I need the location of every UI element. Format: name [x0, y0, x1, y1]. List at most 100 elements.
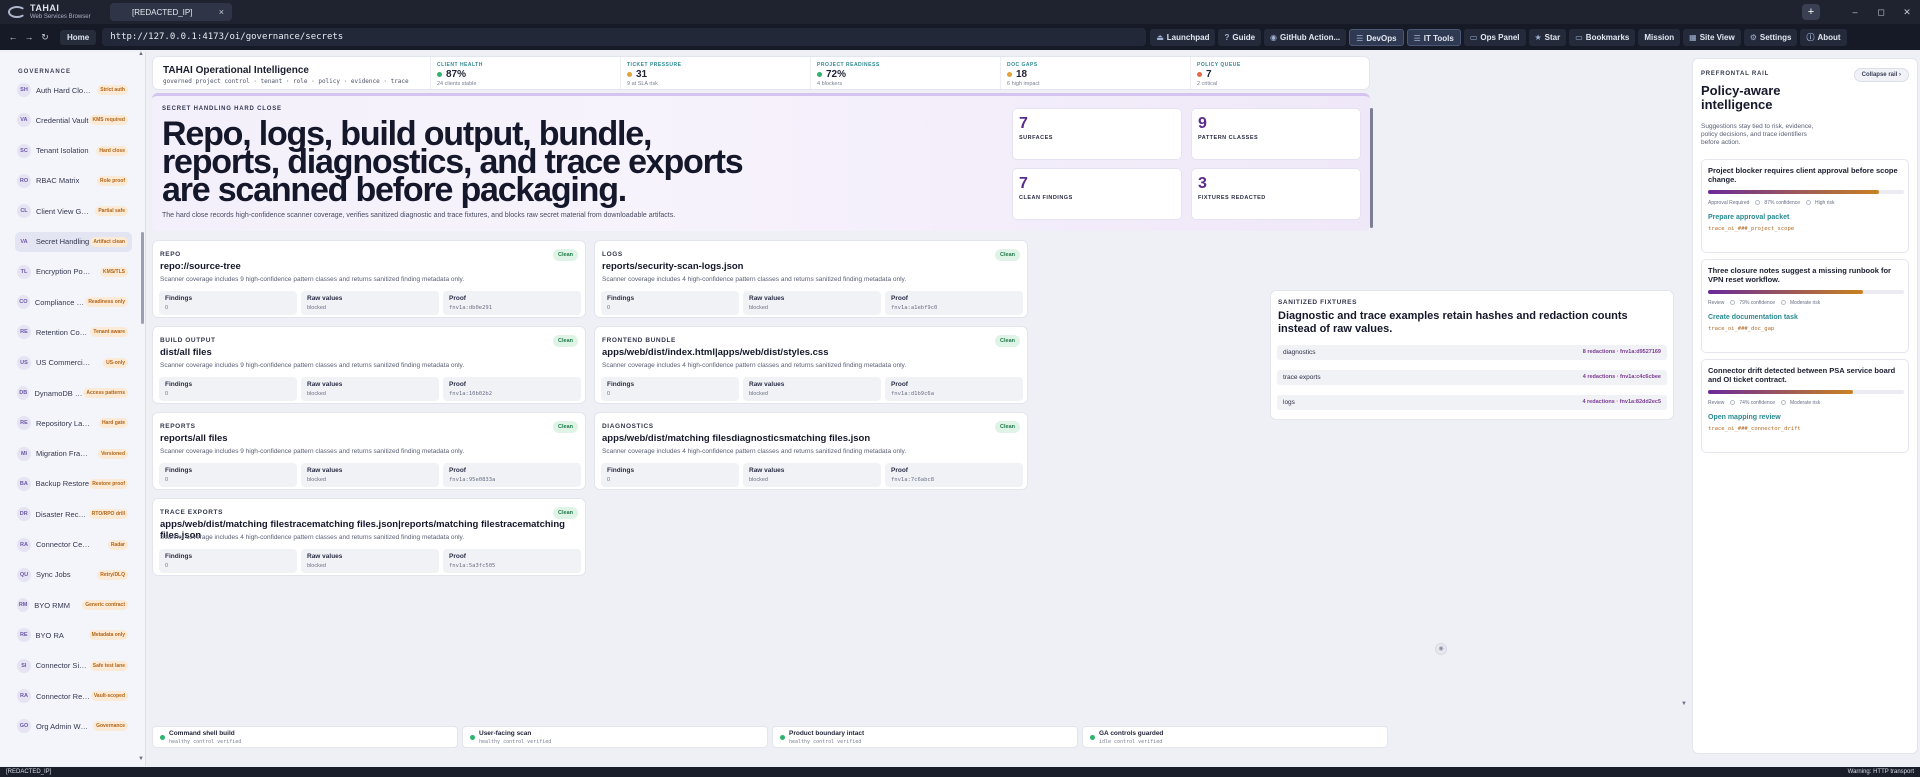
sidebar-item[interactable]: VA Secret Handling Artifact clean	[15, 231, 132, 252]
kpi-label: CLIENT HEALTH	[437, 62, 483, 68]
collapse-rail-button[interactable]: Collapse rail ›	[1853, 68, 1909, 82]
suggestion-risk: Moderate risk	[1790, 300, 1821, 306]
suggestion-status: Approval Required	[1708, 200, 1750, 206]
toolbar-mission-button[interactable]: Mission	[1638, 28, 1681, 46]
main-scroll-down-icon[interactable]: ▼	[1681, 701, 1687, 707]
toolbar-star-button[interactable]: ★ Star	[1528, 28, 1567, 46]
maximize-icon[interactable]: ◻	[1868, 7, 1894, 18]
sidebar-item[interactable]: MI Migration Framewo... Versioned	[15, 444, 132, 464]
metric-label: Raw values	[307, 467, 343, 474]
minimize-icon[interactable]: –	[1842, 7, 1868, 17]
sidebar-item-avatar: RO	[17, 173, 31, 188]
suggestion-action-link[interactable]: Create documentation task	[1708, 314, 1798, 321]
new-tab-button[interactable]: +	[1802, 4, 1820, 20]
metric-value: blocked	[307, 563, 326, 569]
browser-tab[interactable]: [REDACTED_IP] ×	[110, 3, 232, 21]
surface-title: dist/all files	[160, 347, 212, 358]
suggestion-action-link[interactable]: Open mapping review	[1708, 414, 1781, 421]
sidebar-item[interactable]: RO RBAC Matrix Role proof	[15, 171, 132, 191]
metric-label: Findings	[607, 295, 635, 302]
sidebar-item[interactable]: US US Commercial Gate US-only	[15, 353, 132, 373]
forward-arrow-icon[interactable]: →	[22, 32, 36, 42]
metric-label: Proof	[449, 381, 466, 388]
sidebar-item[interactable]: CO Compliance Ma...Readiness only	[15, 292, 132, 312]
github-action-icon: ◉	[1270, 32, 1278, 42]
tab-close-icon[interactable]: ×	[219, 7, 224, 17]
metric-value: blocked	[307, 305, 326, 311]
toolbar-site-view-button[interactable]: ▦ Site View	[1683, 28, 1741, 46]
sidebar-item-label: Credential Vault	[35, 115, 89, 125]
surface-description: Scanner coverage includes 4 high-confide…	[160, 534, 465, 541]
sidebar-item-avatar: RE	[17, 416, 31, 431]
sidebar-item[interactable]: RM BYO RMM Generic contract	[15, 595, 132, 615]
confidence-bar	[1708, 190, 1904, 194]
sidebar-item[interactable]: VA Credential Vault KMS required	[15, 110, 132, 130]
sidebar-item[interactable]: TL Encryption Posture KMS/TLS	[15, 262, 132, 282]
sidebar-item[interactable]: QU Sync Jobs Retry/DLQ	[15, 565, 132, 585]
status-bar: [REDACTED_IP] Warning: HTTP transport	[0, 767, 1920, 777]
toolbar-bookmarks-button[interactable]: ▭ Bookmarks	[1569, 28, 1636, 46]
sidebar-item[interactable]: DR Disaster RecoveryRTO/RPO drill	[15, 504, 132, 524]
scroll-down-icon[interactable]: ▼	[138, 756, 144, 762]
metric-value: 0	[165, 477, 169, 483]
toolbar-devops-button[interactable]: ☰ DevOps	[1349, 28, 1404, 46]
sidebar-item[interactable]: RA Connector Center Radar	[15, 535, 132, 555]
surface-eyebrow: DIAGNOSTICS	[602, 423, 654, 430]
sidebar-item[interactable]: RE Retention Contr... Tenant aware	[15, 322, 132, 342]
sidebar-item-avatar: SH	[17, 83, 31, 97]
toolbar-it-tools-button[interactable]: ☰ IT Tools	[1406, 28, 1461, 46]
sidebar-item-label: Retention Contr...	[35, 327, 91, 337]
kpi-label: PROJECT READINESS	[817, 62, 880, 68]
confidence-bar	[1708, 390, 1904, 394]
toolbar-about-button[interactable]: ⓘ About	[1800, 28, 1847, 46]
metric-proof: Proof fnv1a:a1ebf9c0	[885, 291, 1023, 315]
suggestion-action-link[interactable]: Prepare approval packet	[1708, 214, 1789, 221]
scroll-up-icon[interactable]: ▲	[138, 51, 144, 57]
hero-stat-label: CLEAN FINDINGS	[1019, 195, 1073, 201]
sidebar-item-label: Auth Hard Close	[36, 85, 91, 95]
chevron-right-icon: ›	[1899, 72, 1901, 78]
sidebar-item[interactable]: SI Connector Simul...Safe test lane	[15, 656, 132, 676]
sidebar-item[interactable]: GO Org Admin Workfl...Governance	[15, 716, 132, 736]
devops-icon: ☰	[1356, 33, 1364, 43]
sidebar-item-avatar: RE	[17, 628, 31, 643]
surface-card: REPO repo://source-tree Scanner coverage i…	[152, 240, 586, 318]
check-status-dot	[160, 735, 165, 740]
back-arrow-icon[interactable]: ←	[6, 32, 20, 42]
toolbar-ops-panel-button[interactable]: ▭ Ops Panel	[1463, 28, 1526, 46]
suggestion-confidence: 87% confidence	[1764, 200, 1801, 206]
sidebar-item[interactable]: SH Auth Hard Close Strict auth	[15, 80, 132, 100]
sidebar-item-label: Repository Layer	[36, 418, 91, 428]
sidebar-item[interactable]: RE BYO RA Metadata only	[15, 625, 132, 645]
suggestion-card: Connector drift detected between PSA ser…	[1701, 359, 1909, 453]
sidebar-item-avatar: GO	[17, 719, 31, 734]
hero-title: Repo, logs, build output, bundle, report…	[162, 115, 744, 209]
confidence-bar-fill	[1708, 290, 1863, 294]
footer-check-subtitle: healthy control verified	[479, 739, 552, 745]
surface-title: reports/security-scan-logs.json	[602, 261, 744, 272]
reload-icon[interactable]: ↻	[38, 32, 52, 43]
toolbar-guide-button[interactable]: ? Guide	[1218, 28, 1262, 46]
toolbar-settings-button[interactable]: ⚙ Settings	[1743, 28, 1798, 46]
sidebar-scrollbar[interactable]	[141, 232, 144, 324]
sidebar-item-badge: Vault-scoped	[90, 691, 128, 701]
close-window-icon[interactable]: ✕	[1894, 7, 1920, 18]
status-host: [REDACTED_IP]	[6, 769, 52, 775]
sidebar-item[interactable]: BA Backup Restore Restore proof	[15, 474, 132, 494]
assist-fab-icon[interactable]: ◉	[1435, 643, 1447, 655]
metric-value: fnv1a:d1b9c6a	[891, 391, 935, 397]
toolbar-github-action-button[interactable]: ◉ GitHub Action...	[1264, 28, 1347, 46]
sidebar-item[interactable]: SC Tenant Isolation Hard close	[15, 141, 132, 161]
toolbar-launchpad-button[interactable]: ⏏ Launchpad	[1150, 28, 1216, 46]
metric-value: 0	[607, 477, 611, 483]
surface-title: repo://source-tree	[160, 261, 241, 272]
hero-scrollbar[interactable]	[1370, 108, 1373, 228]
address-bar[interactable]: http://127.0.0.1:4173/oi/governance/secr…	[102, 28, 1147, 46]
sidebar-item[interactable]: RA Connector Regist...Vault-scoped	[15, 686, 132, 706]
sidebar-item[interactable]: DB DynamoDB De...Access patterns	[15, 383, 132, 403]
home-button[interactable]: Home	[60, 29, 97, 45]
sidebar-item[interactable]: CL Client View Guard Partial safe	[15, 201, 132, 221]
metric-label: Raw values	[307, 553, 343, 560]
sidebar-item[interactable]: RE Repository Layer Hard gate	[15, 413, 132, 433]
footer-check: Product boundary intact healthy control v…	[772, 726, 1078, 748]
